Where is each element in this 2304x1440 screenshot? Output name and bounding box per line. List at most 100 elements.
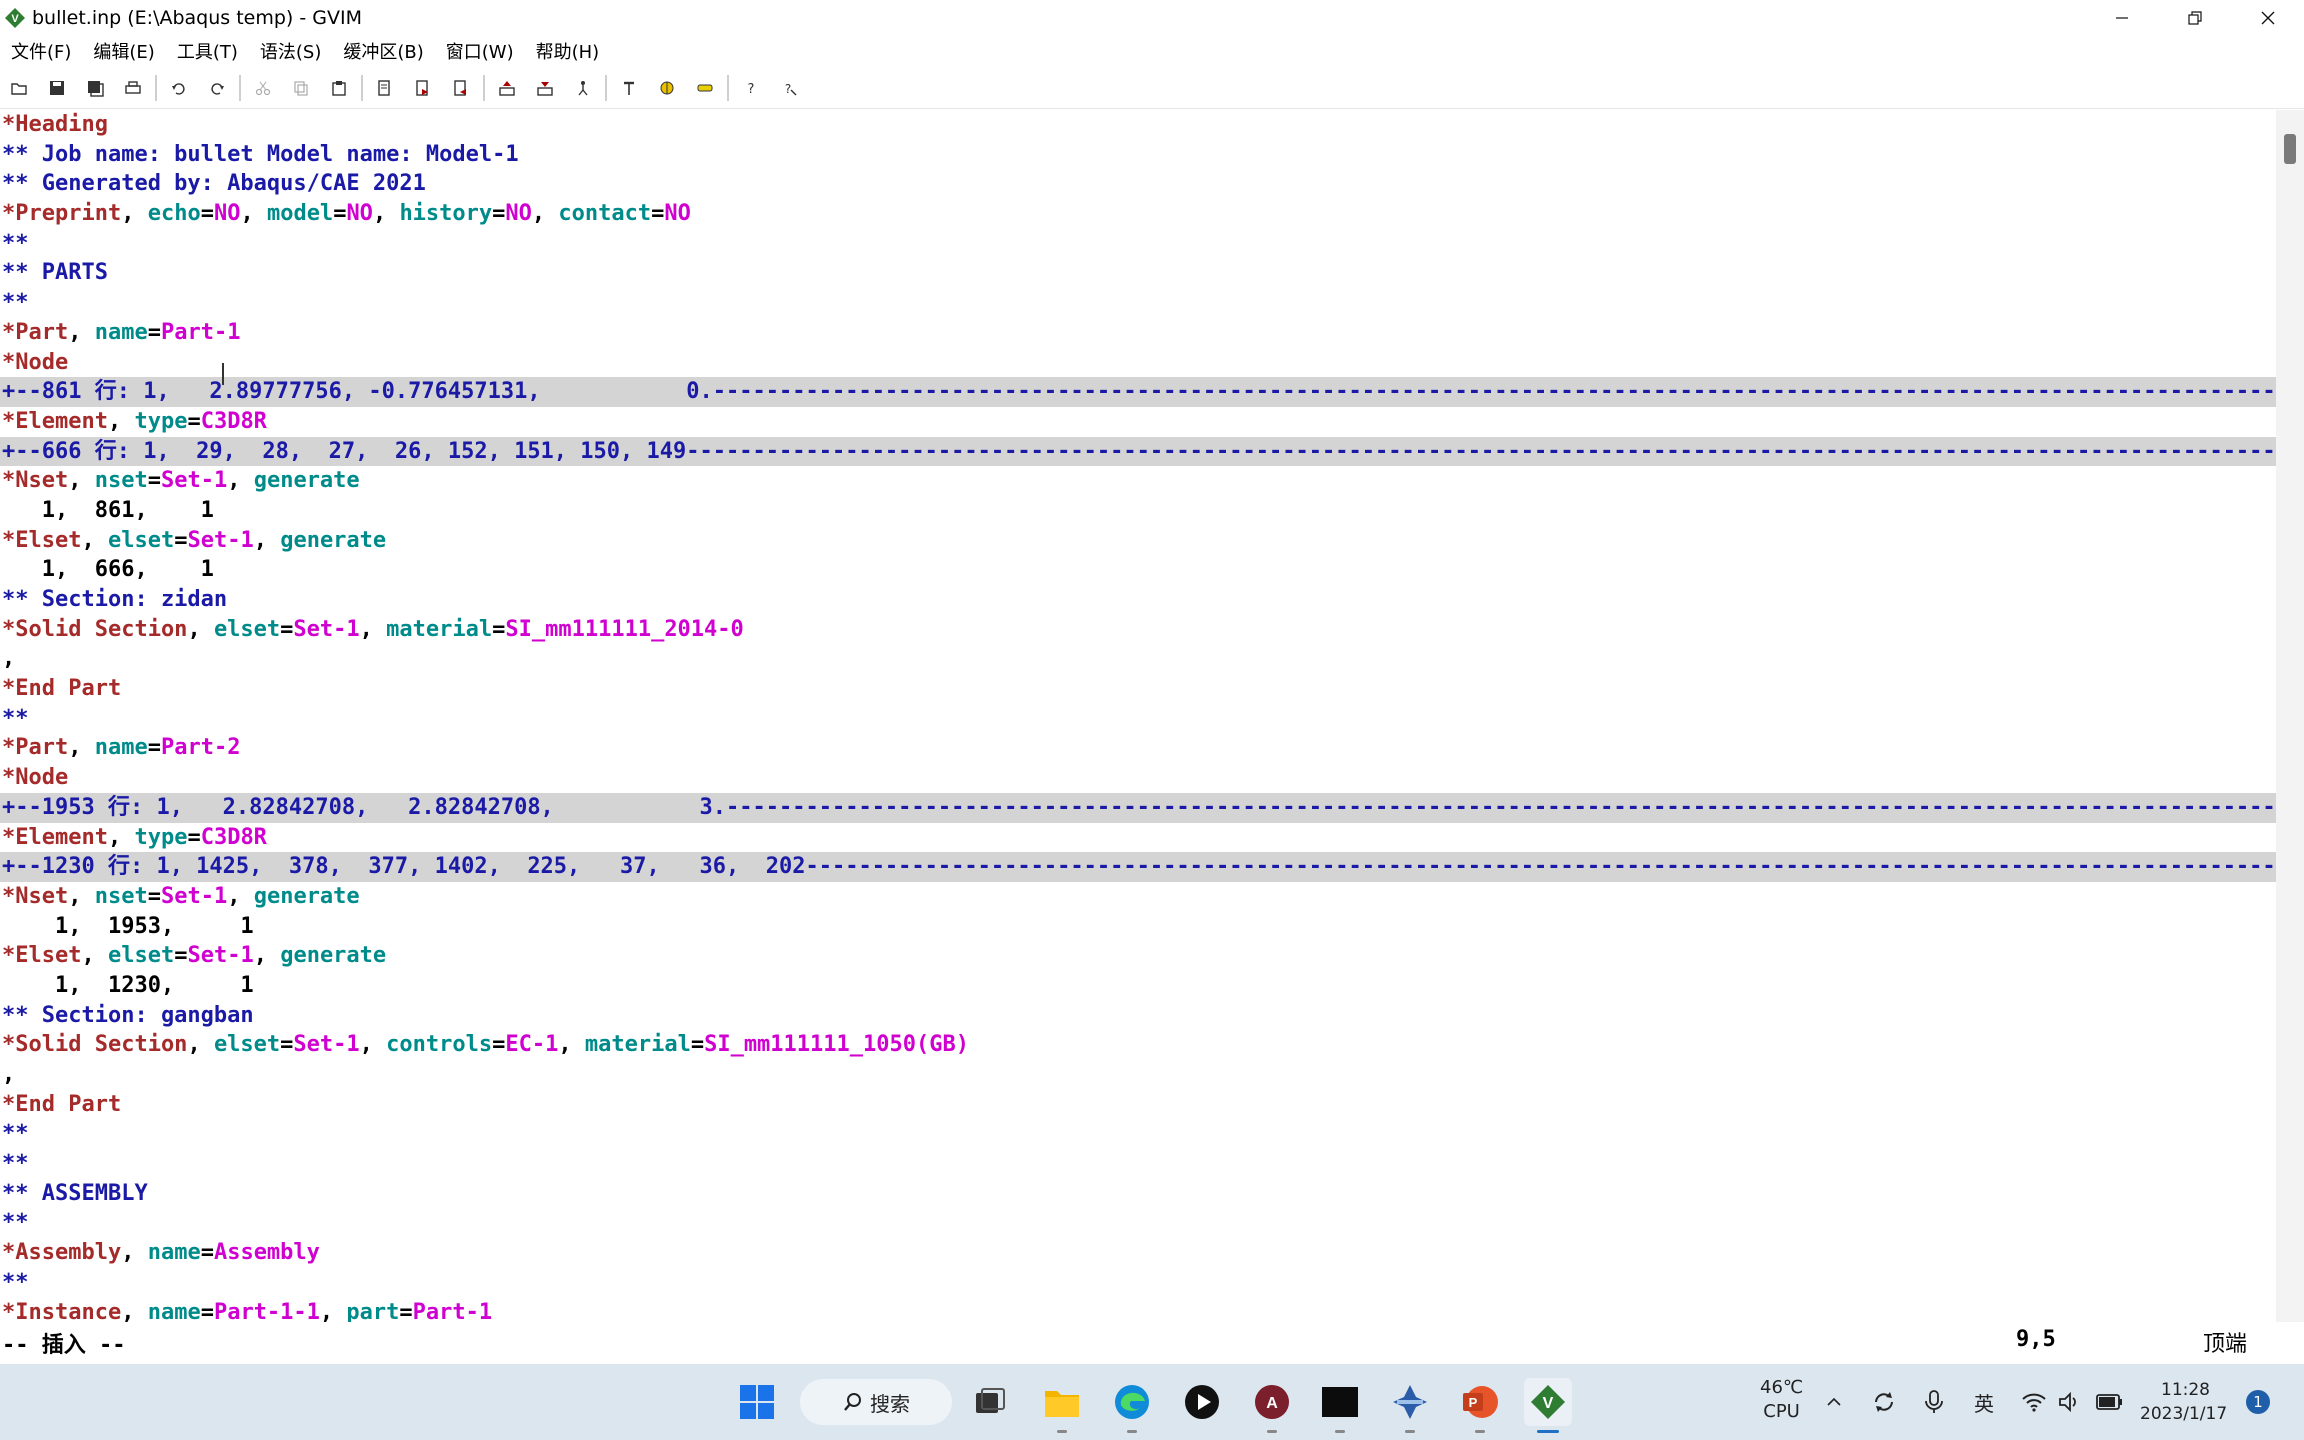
tray-wifi[interactable] (2020, 1388, 2048, 1416)
tray-battery[interactable] (2096, 1388, 2124, 1416)
code-token: ** (2, 1210, 29, 1236)
taskbar-terminal[interactable] (1316, 1378, 1364, 1426)
code-token: = (399, 1299, 413, 1323)
code-token: = (147, 883, 161, 909)
window-controls (2085, 0, 2304, 36)
notification-badge[interactable]: 1 (2246, 1390, 2270, 1414)
code-token: *Elset (2, 527, 82, 553)
taskbar-search[interactable]: 搜索 (800, 1379, 952, 1425)
menu-edit[interactable]: 编辑(E) (82, 38, 165, 64)
copy-icon (294, 81, 308, 96)
undo-button[interactable] (160, 70, 198, 106)
redo-button[interactable] (198, 70, 236, 106)
taskbar-media-player[interactable] (1178, 1378, 1226, 1426)
make-button[interactable] (610, 70, 648, 106)
start-button[interactable] (733, 1378, 781, 1426)
tray-overflow-button[interactable] (1820, 1388, 1848, 1416)
code-token: ** ASSEMBLY (2, 1180, 148, 1206)
taskbar: 搜索 A P V 46℃ CPU 英 11:28 2023/1/17 1 (0, 1364, 2304, 1440)
code-token: name (94, 735, 148, 761)
menu-buffers[interactable]: 缓冲区(B) (332, 38, 434, 64)
save-session-button[interactable] (526, 70, 564, 106)
code-token: ** (2, 705, 29, 731)
status-line: -- 插入 -- 9,5 顶端 (0, 1322, 2304, 1358)
find-next-button[interactable] (404, 70, 442, 106)
taskbar-abaqus[interactable]: A (1248, 1378, 1296, 1426)
menu-file[interactable]: 文件(F) (0, 38, 82, 64)
taskbar-edge[interactable] (1108, 1378, 1156, 1426)
code-token: NO (664, 201, 691, 227)
shell-button[interactable] (648, 70, 686, 106)
taskbar-powerpoint[interactable]: P (1456, 1378, 1504, 1426)
menu-bar: 文件(F) 编辑(E) 工具(T) 语法(S) 缓冲区(B) 窗口(W) 帮助(… (0, 36, 2304, 66)
code-token: 1, 1230, 1 (2, 972, 254, 998)
code-token: generate (253, 468, 360, 494)
paste-button[interactable] (320, 70, 358, 106)
taskbar-clock[interactable]: 11:28 2023/1/17 (2140, 1378, 2227, 1426)
code-token: type (134, 408, 188, 434)
code-token: controls (386, 1032, 493, 1058)
code-token: Set-1 (293, 1032, 360, 1058)
close-button[interactable] (2231, 0, 2304, 36)
find-prev-button[interactable] (442, 70, 480, 106)
code-line: *Nset, nset=Set-1, generate (0, 882, 2276, 912)
code-token: *Preprint (2, 201, 122, 227)
code-line: *Node (0, 348, 2276, 378)
tray-ime[interactable]: 英 (1970, 1388, 1998, 1416)
text-cursor-icon (222, 363, 224, 385)
tray-volume[interactable] (2056, 1388, 2084, 1416)
taskbar-task-view[interactable] (966, 1378, 1014, 1426)
editor-text-area[interactable]: *Heading ** Job name: bullet Model name: … (0, 110, 2276, 1322)
code-token: = (280, 1032, 294, 1058)
code-token: material (386, 616, 493, 642)
vertical-scrollbar[interactable] (2276, 110, 2304, 1322)
load-session-button[interactable] (488, 70, 526, 106)
code-token: *Elset (2, 943, 82, 969)
menu-tools[interactable]: 工具(T) (166, 38, 249, 64)
scrollbar-thumb[interactable] (2284, 134, 2296, 164)
fold-summary: +--861 行: 1, 2.89777756, -0.776457131, 0… (2, 379, 2276, 405)
open-button[interactable] (0, 70, 38, 106)
tray-sync[interactable] (1870, 1388, 1898, 1416)
code-token: , (81, 943, 108, 969)
code-token: Assembly (213, 1240, 320, 1266)
folded-line: +--1953 行: 1, 2.82842708, 2.82842708, 3.… (0, 792, 2276, 823)
code-line: ** (0, 1208, 2276, 1238)
code-token: = (147, 735, 161, 761)
restore-button[interactable] (2158, 0, 2231, 36)
code-token: *Heading (2, 112, 108, 137)
find-help-button[interactable]: ? (770, 70, 808, 106)
battery-charging-icon (2096, 1394, 2122, 1410)
svg-text:V: V (1543, 1395, 1554, 1412)
speaker-icon (2059, 1391, 2076, 1413)
copy-button[interactable] (282, 70, 320, 106)
mode-indicator: -- 插入 -- (2, 1333, 126, 1358)
save-button[interactable] (38, 70, 76, 106)
code-token: = (492, 1032, 506, 1058)
code-token: , (68, 319, 95, 345)
cut-button[interactable] (244, 70, 282, 106)
menu-help[interactable]: 帮助(H) (525, 38, 611, 64)
code-token: *Solid Section (2, 1032, 188, 1058)
code-token: 1, 861, 1 (2, 497, 214, 523)
help-button[interactable]: ? (732, 70, 770, 106)
taskbar-gvim[interactable]: V (1524, 1378, 1572, 1426)
taskbar-file-explorer[interactable] (1038, 1378, 1086, 1426)
save-all-button[interactable] (76, 70, 114, 106)
menu-window[interactable]: 窗口(W) (435, 38, 525, 64)
minimize-button[interactable] (2085, 0, 2158, 36)
print-button[interactable] (114, 70, 152, 106)
tags-button[interactable] (686, 70, 724, 106)
code-token: SI_mm111111_1050(GB) (704, 1032, 969, 1058)
run-script-button[interactable] (564, 70, 602, 106)
cpu-temperature-widget[interactable]: 46℃ CPU (1760, 1376, 1803, 1424)
menu-syntax[interactable]: 语法(S) (249, 38, 332, 64)
clock-time: 11:28 (2161, 1380, 2210, 1400)
code-line: ** (0, 288, 2276, 318)
code-token: NO (213, 201, 241, 227)
code-line: *Part, name=Part-2 (0, 733, 2276, 763)
tray-microphone[interactable] (1920, 1388, 1948, 1416)
code-line: *Node (0, 763, 2276, 793)
taskbar-cae-app[interactable] (1386, 1378, 1434, 1426)
find-replace-button[interactable] (366, 70, 404, 106)
